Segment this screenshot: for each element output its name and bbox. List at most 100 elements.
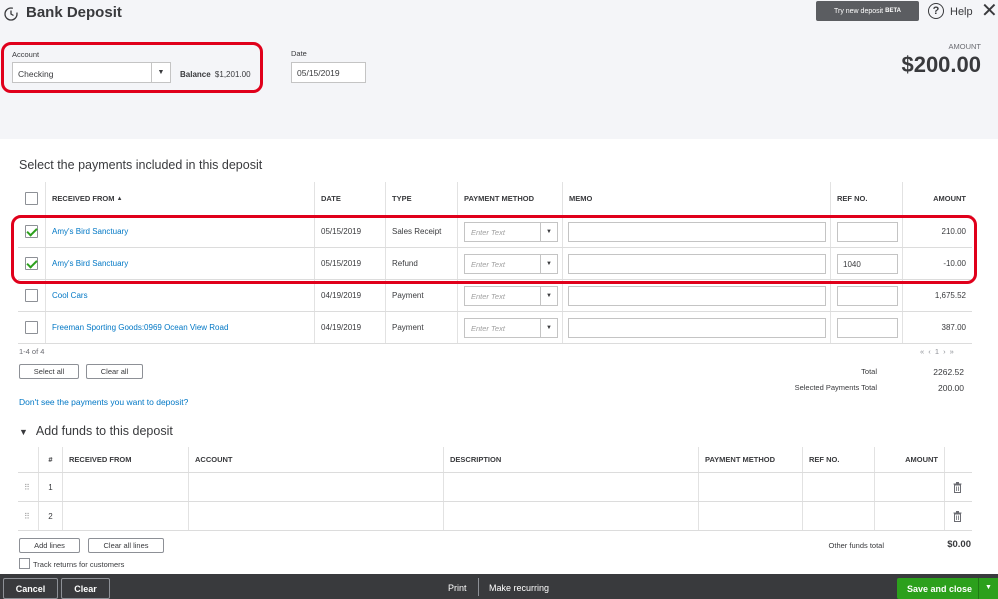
row-checkbox[interactable] <box>25 289 38 302</box>
help-link[interactable]: Help <box>950 6 973 18</box>
header-area: Bank Deposit Try new deposit BETA ? Help… <box>0 0 998 139</box>
amount-label: AMOUNT <box>948 42 982 51</box>
row-amount: 210.00 <box>941 227 966 236</box>
row-date: 05/15/2019 <box>314 216 385 247</box>
cancel-button[interactable]: Cancel <box>3 578 58 599</box>
save-and-close-button[interactable]: Save and close ▼ <box>897 578 998 599</box>
drag-handle-icon[interactable]: ⠿ <box>24 512 30 521</box>
row-type: Payment <box>385 280 457 311</box>
history-icon[interactable] <box>3 6 19 22</box>
description-cell[interactable] <box>443 473 698 501</box>
col-received-from[interactable]: RECEIVED FROM ▲ <box>45 182 314 215</box>
footer-divider <box>478 578 479 596</box>
ref-no-input[interactable] <box>837 286 898 306</box>
trash-icon[interactable] <box>953 482 962 493</box>
add-funds-toggle[interactable]: ▼ Add funds to this deposit <box>19 424 173 438</box>
make-recurring-button[interactable]: Make recurring <box>489 583 549 593</box>
select-all-checkbox[interactable] <box>25 192 38 205</box>
payment-method-select[interactable]: Enter Text ▼ <box>464 318 558 338</box>
received-from-link[interactable]: Freeman Sporting Goods:0969 Ocean View R… <box>52 323 228 332</box>
row-amount: -10.00 <box>943 259 966 268</box>
table-row: Amy's Bird Sanctuary 05/15/2019 Refund E… <box>18 248 972 280</box>
print-button[interactable]: Print <box>448 583 467 593</box>
add-lines-button[interactable]: Add lines <box>19 538 80 553</box>
chevron-down-icon[interactable]: ▼ <box>540 255 557 273</box>
track-returns-label: Track returns for customers <box>33 560 125 569</box>
payment-method-select[interactable]: Enter Text ▼ <box>464 222 558 242</box>
payment-method-cell[interactable] <box>698 473 802 501</box>
chevron-down-icon[interactable]: ▼ <box>151 63 170 82</box>
drag-handle-icon[interactable]: ⠿ <box>24 483 30 492</box>
col-payment-method: PAYMENT METHOD <box>698 447 802 472</box>
col-date[interactable]: DATE <box>314 182 385 215</box>
received-from-link[interactable]: Amy's Bird Sanctuary <box>52 259 128 268</box>
memo-input[interactable] <box>568 318 826 338</box>
try-new-deposit-label: Try new deposit <box>833 7 884 15</box>
ref-no-input[interactable]: 1040 <box>837 254 898 274</box>
page-title: Bank Deposit <box>26 4 122 21</box>
account-cell[interactable] <box>188 473 443 501</box>
table-row: Cool Cars 04/19/2019 Payment Enter Text … <box>18 280 972 312</box>
pagination-controls[interactable]: « ‹ 1 › » <box>920 347 955 356</box>
other-funds-total-value: $0.00 <box>947 539 971 550</box>
amount-cell[interactable] <box>874 473 944 501</box>
row-checkbox[interactable] <box>25 225 38 238</box>
col-amount[interactable]: AMOUNT <box>902 182 972 215</box>
trash-icon[interactable] <box>953 511 962 522</box>
received-from-cell[interactable] <box>62 502 188 530</box>
clear-all-lines-button[interactable]: Clear all lines <box>88 538 164 553</box>
try-new-deposit-button[interactable]: Try new deposit BETA <box>816 1 919 21</box>
split-divider <box>978 578 979 599</box>
chevron-down-icon[interactable]: ▼ <box>540 287 557 305</box>
amount-value: $200.00 <box>901 52 981 77</box>
row-type: Sales Receipt <box>385 216 457 247</box>
clear-button[interactable]: Clear <box>61 578 110 599</box>
ref-no-cell[interactable] <box>802 502 874 530</box>
account-select[interactable]: Checking ▼ <box>12 62 171 83</box>
received-from-cell[interactable] <box>62 473 188 501</box>
amount-cell[interactable] <box>874 502 944 530</box>
balance-label: Balance <box>180 70 211 79</box>
ref-no-input[interactable] <box>837 222 898 242</box>
col-account: ACCOUNT <box>188 447 443 472</box>
payment-method-select[interactable]: Enter Text ▼ <box>464 254 558 274</box>
memo-input[interactable] <box>568 254 826 274</box>
row-type: Refund <box>385 248 457 279</box>
add-funds-title: Add funds to this deposit <box>35 424 173 438</box>
track-returns-checkbox[interactable] <box>19 558 30 569</box>
add-funds-table-header: # RECEIVED FROM ACCOUNT DESCRIPTION PAYM… <box>18 447 972 473</box>
payment-method-select[interactable]: Enter Text ▼ <box>464 286 558 306</box>
row-checkbox[interactable] <box>25 257 38 270</box>
table-row: Amy's Bird Sanctuary 05/15/2019 Sales Re… <box>18 216 972 248</box>
received-from-link[interactable]: Amy's Bird Sanctuary <box>52 227 128 236</box>
chevron-down-icon[interactable]: ▼ <box>540 319 557 337</box>
select-all-button[interactable]: Select all <box>19 364 79 379</box>
payment-method-placeholder: Enter Text <box>471 292 505 301</box>
row-number: 2 <box>38 502 62 530</box>
received-from-link[interactable]: Cool Cars <box>52 291 88 300</box>
payment-method-cell[interactable] <box>698 502 802 530</box>
save-and-close-label: Save and close <box>907 584 973 594</box>
ref-no-cell[interactable] <box>802 473 874 501</box>
chevron-down-icon[interactable]: ▼ <box>540 223 557 241</box>
help-icon[interactable]: ? <box>928 3 944 19</box>
payment-method-placeholder: Enter Text <box>471 324 505 333</box>
total-value: 2262.52 <box>933 367 964 377</box>
description-cell[interactable] <box>443 502 698 530</box>
clear-all-button[interactable]: Clear all <box>86 364 143 379</box>
memo-input[interactable] <box>568 222 826 242</box>
chevron-down-icon[interactable]: ▼ <box>985 584 992 591</box>
account-cell[interactable] <box>188 502 443 530</box>
memo-input[interactable] <box>568 286 826 306</box>
date-input[interactable]: 05/15/2019 <box>291 62 366 83</box>
dont-see-payments-link[interactable]: Don't see the payments you want to depos… <box>19 397 188 407</box>
col-description: DESCRIPTION <box>443 447 698 472</box>
close-icon[interactable]: ✕ <box>981 0 998 22</box>
row-checkbox[interactable] <box>25 321 38 334</box>
row-amount: 387.00 <box>941 323 966 332</box>
ref-no-input[interactable] <box>837 318 898 338</box>
total-label: Total <box>861 367 877 376</box>
payment-method-placeholder: Enter Text <box>471 228 505 237</box>
col-type[interactable]: TYPE <box>385 182 457 215</box>
row-date: 04/19/2019 <box>314 280 385 311</box>
